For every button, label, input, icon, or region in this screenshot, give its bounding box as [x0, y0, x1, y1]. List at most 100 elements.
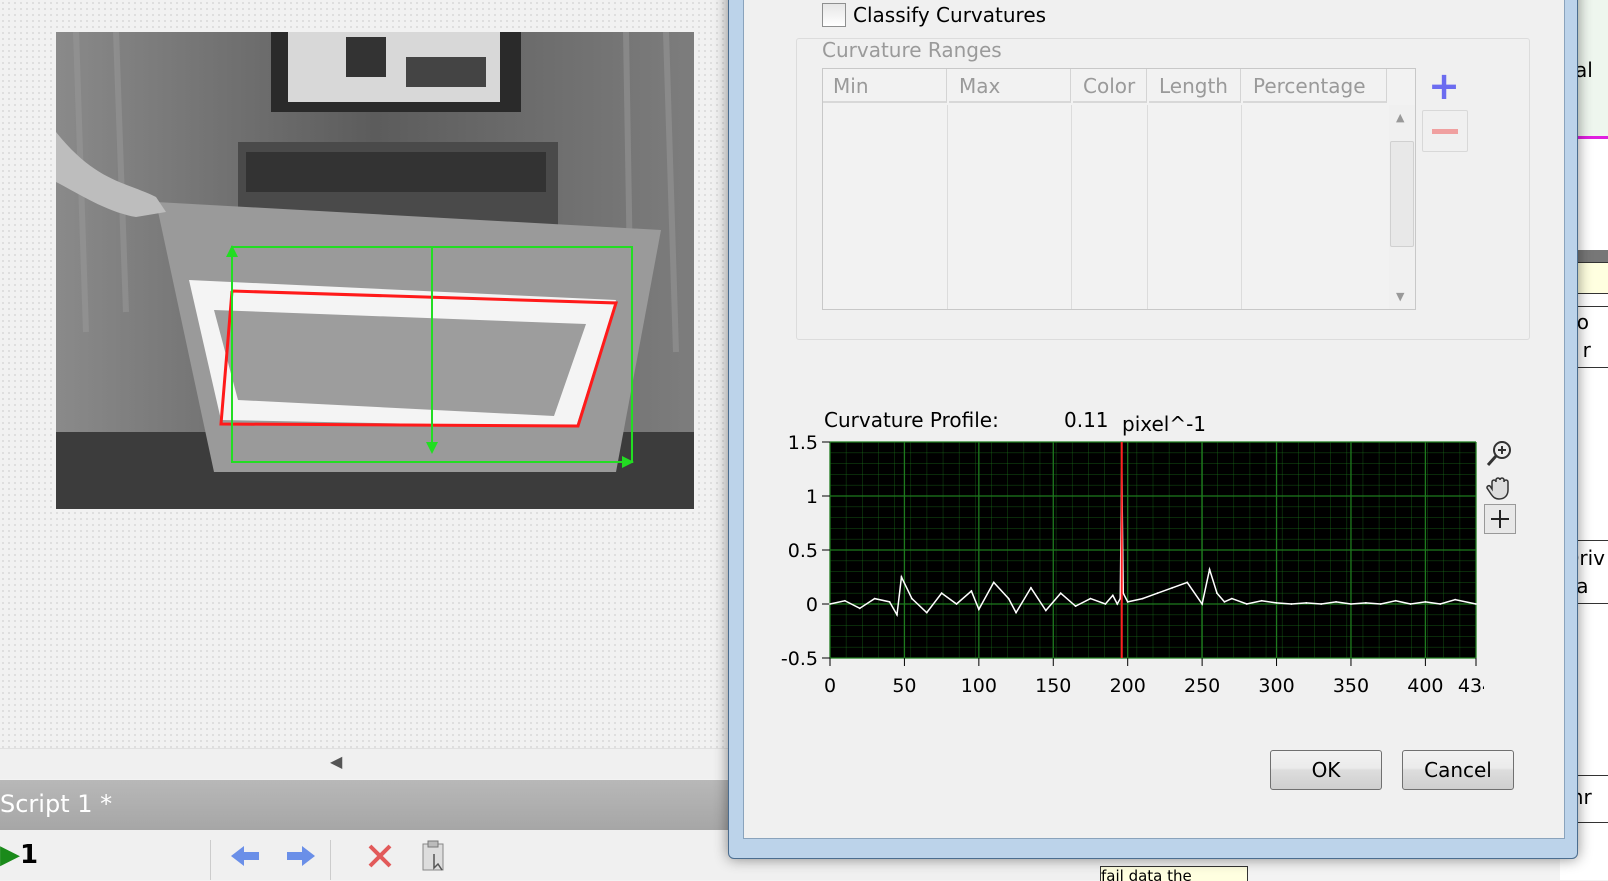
data-point [896, 613, 898, 616]
data-point [1379, 603, 1382, 605]
cancel-button[interactable]: Cancel [1402, 750, 1514, 790]
data-point [1141, 597, 1144, 600]
add-range-button[interactable]: + [1422, 66, 1466, 106]
y-tick-label: -0.5 [781, 648, 818, 670]
data-point [1335, 600, 1337, 603]
pan-hand-icon[interactable] [1484, 472, 1516, 502]
curvature-ranges-table: Min Max Color Length Percentage ▲ ▼ [822, 68, 1416, 310]
remove-range-button[interactable] [1422, 110, 1468, 152]
toolbar-divider [210, 840, 211, 880]
background-peek-text: fail data the [1100, 866, 1248, 881]
data-point [858, 607, 861, 610]
clipboard-cursor-icon[interactable] [416, 838, 452, 874]
column-divider [1147, 105, 1148, 309]
data-point [970, 590, 973, 592]
image-workspace [0, 0, 740, 760]
scroll-up-arrow-icon[interactable]: ▲ [1396, 111, 1404, 124]
data-point [1364, 602, 1367, 604]
y-tick-label: 1 [806, 486, 818, 508]
column-header-length[interactable]: Length [1149, 69, 1241, 103]
data-point [1074, 605, 1077, 608]
curvature-dialog: Classify Curvatures Curvature Ranges Min… [728, 0, 1578, 859]
step-indicator: ▶1 [0, 840, 38, 870]
data-point [1320, 603, 1323, 605]
dialog-client-area: Classify Curvatures Curvature Ranges Min… [743, 0, 1565, 839]
data-point [1245, 603, 1248, 605]
data-point [1156, 592, 1159, 595]
data-point [992, 581, 995, 584]
data-point [1201, 603, 1204, 605]
data-point [888, 600, 891, 603]
back-arrow-icon[interactable] [228, 838, 264, 874]
column-divider [1241, 105, 1242, 309]
crosshair-cursor-icon[interactable] [1484, 504, 1516, 534]
data-point [1475, 603, 1477, 605]
data-point [1394, 599, 1397, 602]
data-point [1216, 592, 1218, 595]
data-point [1350, 603, 1352, 605]
horizontal-scrollbar[interactable]: ◀ [0, 748, 740, 779]
x-tick-label: 300 [1258, 675, 1294, 697]
column-divider [1071, 105, 1072, 309]
x-tick-label: 250 [1184, 675, 1220, 697]
data-point [900, 576, 903, 578]
table-vertical-scrollbar[interactable]: ▲ ▼ [1389, 105, 1415, 309]
data-point [1104, 603, 1107, 605]
data-point [1059, 592, 1062, 595]
data-point [1044, 609, 1047, 612]
data-point [1030, 586, 1032, 589]
data-point [1290, 603, 1293, 605]
classify-curvatures-row[interactable]: Classify Curvatures [822, 3, 1046, 27]
data-point [1223, 600, 1226, 603]
curvature-profile-chart[interactable]: 0 50 100 150 200 250 300 350 400 434 1.5 1 0.5 0 -0.5 [764, 422, 1484, 712]
data-point [910, 597, 913, 600]
data-point [1305, 602, 1308, 604]
column-header-max[interactable]: Max [949, 69, 1071, 103]
data-point [873, 597, 876, 600]
scrollbar-thumb[interactable] [1390, 141, 1414, 247]
data-point [1171, 586, 1174, 589]
data-point [1126, 600, 1129, 603]
data-point [1424, 600, 1427, 603]
toolbar-divider [330, 840, 331, 880]
zoom-icon[interactable] [1484, 438, 1516, 468]
script-tab-title[interactable]: Script 1 * [0, 790, 112, 818]
data-point [829, 603, 831, 605]
data-point [955, 603, 958, 605]
camera-image[interactable] [56, 32, 694, 509]
data-point [1208, 568, 1211, 571]
step-number: 1 [20, 840, 39, 870]
column-header-percentage[interactable]: Percentage [1243, 69, 1387, 103]
plot-grid [829, 441, 1477, 659]
x-tick-label: 350 [1333, 675, 1369, 697]
data-point [1454, 598, 1457, 601]
scroll-left-arrow-icon[interactable]: ◀ [330, 752, 342, 771]
ok-button[interactable]: OK [1270, 750, 1382, 790]
forward-arrow-icon[interactable] [282, 838, 318, 874]
column-divider [947, 105, 948, 309]
data-point [1439, 603, 1442, 605]
run-step-icon: ▶ [0, 840, 20, 870]
x-tick-label: 150 [1035, 675, 1071, 697]
data-point [925, 611, 928, 614]
x-tick-label: 434 [1458, 675, 1484, 697]
x-tick-label: 100 [961, 675, 997, 697]
x-tick-label: 400 [1407, 675, 1443, 697]
data-point [1186, 581, 1189, 584]
data-point [1275, 602, 1278, 604]
data-point [1409, 603, 1412, 605]
scroll-down-arrow-icon[interactable]: ▼ [1396, 290, 1404, 303]
classify-curvatures-checkbox[interactable] [822, 3, 846, 27]
x-tick-label: 50 [892, 675, 916, 697]
data-point [843, 599, 846, 602]
y-tick-label: 0 [806, 594, 818, 616]
x-tick-label: 200 [1110, 675, 1146, 697]
data-point [1007, 597, 1010, 600]
classify-curvatures-label: Classify Curvatures [853, 3, 1047, 27]
data-point [940, 592, 943, 595]
y-tick-label: 1.5 [788, 432, 818, 454]
x-tick-label: 0 [824, 675, 836, 697]
delete-x-icon[interactable] [362, 838, 398, 874]
column-header-color[interactable]: Color [1073, 69, 1147, 103]
column-header-min[interactable]: Min [823, 69, 947, 103]
